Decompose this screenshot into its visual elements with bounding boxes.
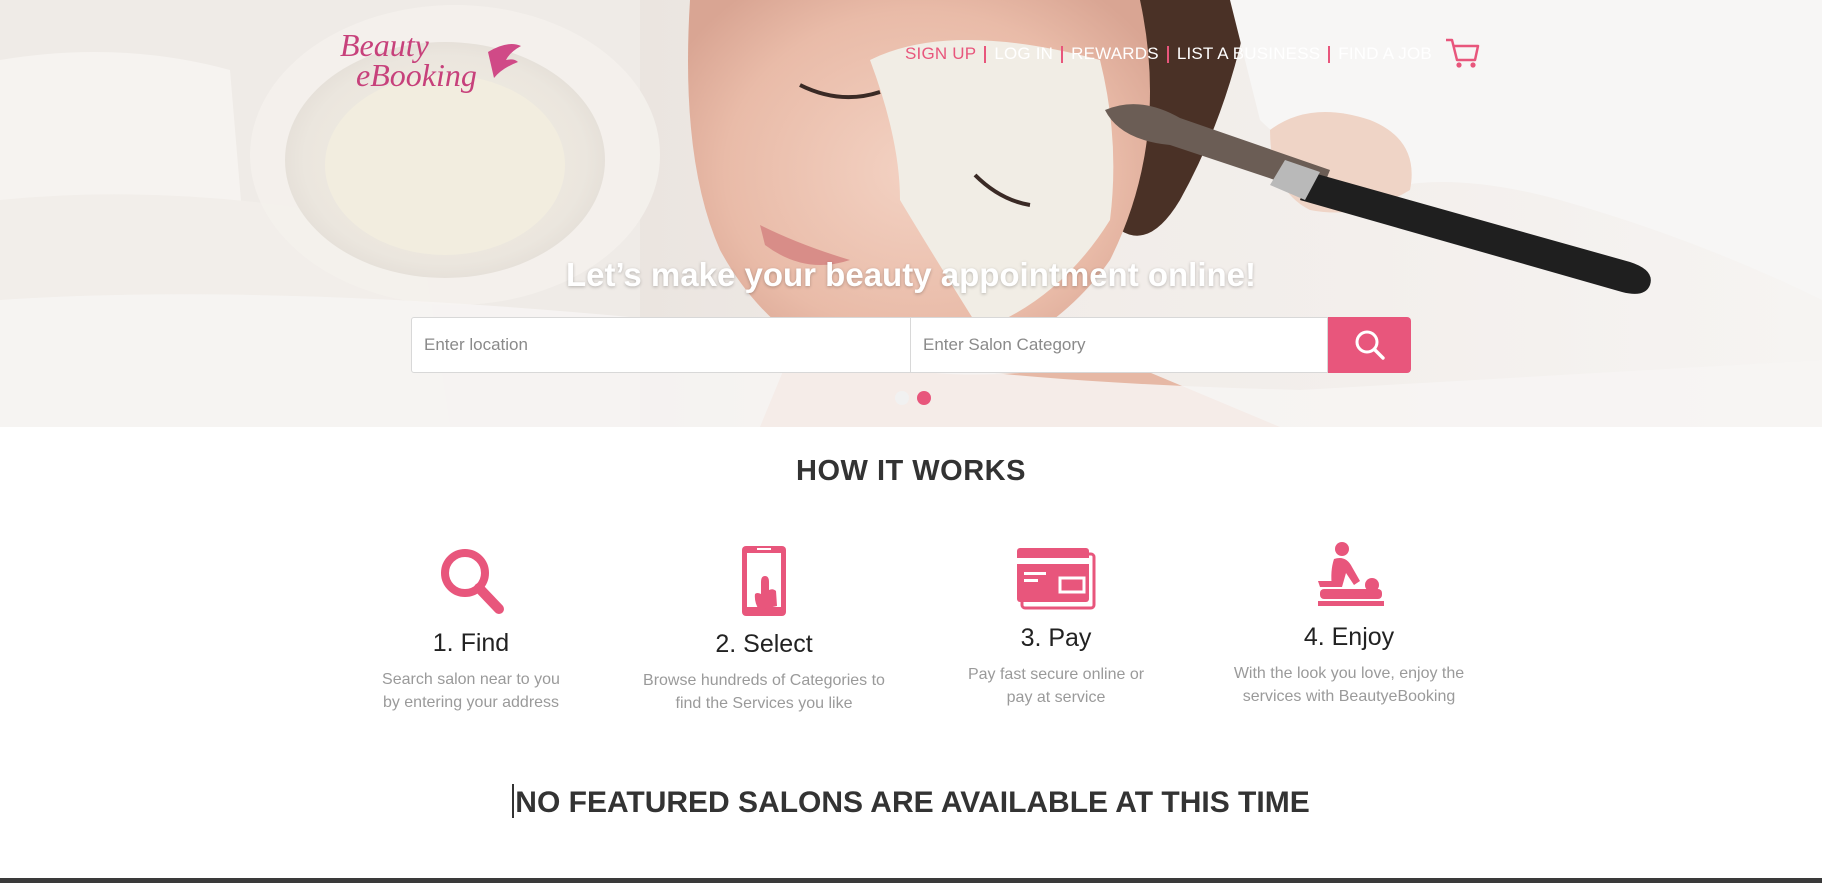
magnifier-icon (441, 549, 504, 614)
how-it-works-title: HOW IT WORKS (796, 455, 1026, 487)
step-find: 1. Find Search salon near to you by ente… (331, 543, 611, 714)
search-button[interactable] (1328, 317, 1411, 373)
search-icon (1355, 330, 1385, 360)
find-job-link[interactable]: FIND A JOB (1330, 44, 1440, 64)
cart-icon[interactable] (1444, 36, 1480, 70)
step-description: Pay fast secure online or pay at service (967, 666, 1145, 706)
carousel-dot-2[interactable] (917, 391, 931, 405)
step-description: Search salon near to you by entering you… (382, 671, 560, 711)
step-description: With the look you love, enjoy the servic… (1233, 665, 1465, 705)
carousel-dot-1[interactable] (895, 391, 909, 405)
footer-bar (0, 878, 1822, 883)
location-input[interactable] (411, 317, 911, 373)
step-select: 2. Select Browse hundreds of Categories … (624, 544, 904, 715)
step-description: Browse hundreds of Categories to find th… (643, 672, 885, 712)
credit-card-icon (1017, 548, 1096, 610)
hero-tagline: Let’s make your beauty appointment onlin… (565, 256, 1257, 293)
massage-icon (1318, 542, 1384, 606)
list-business-link[interactable]: LIST A BUSINESS (1169, 44, 1328, 64)
phone-tap-icon (742, 546, 786, 616)
step-enjoy: 4. Enjoy With the look you love, enjoy t… (1209, 537, 1489, 708)
carousel-dots (895, 391, 931, 405)
step-title: 1. Find (432, 629, 510, 657)
log-in-link[interactable]: LOG IN (986, 44, 1061, 64)
step-title: 2. Select (715, 630, 813, 658)
rewards-link[interactable]: REWARDS (1063, 44, 1167, 64)
top-nav: SIGN UP LOG IN REWARDS LIST A BUSINESS F… (905, 42, 1440, 66)
hero-banner: Beauty eBooking SIGN UP LOG IN REWARDS L… (0, 0, 1822, 427)
beautyebooking-logo[interactable]: Beauty eBooking (338, 22, 523, 94)
featured-salons-message: NO FEATURED SALONS ARE AVAILABLE AT THIS… (0, 784, 1822, 820)
step-title: 3. Pay (1020, 624, 1092, 652)
salon-category-input[interactable] (911, 317, 1328, 373)
text-cursor (512, 784, 515, 818)
svg-text:eBooking: eBooking (356, 57, 477, 93)
step-pay: 3. Pay Pay fast secure online or pay at … (916, 538, 1196, 709)
search-bar (411, 317, 1411, 373)
step-title: 4. Enjoy (1303, 623, 1395, 651)
sign-up-link[interactable]: SIGN UP (905, 44, 984, 64)
